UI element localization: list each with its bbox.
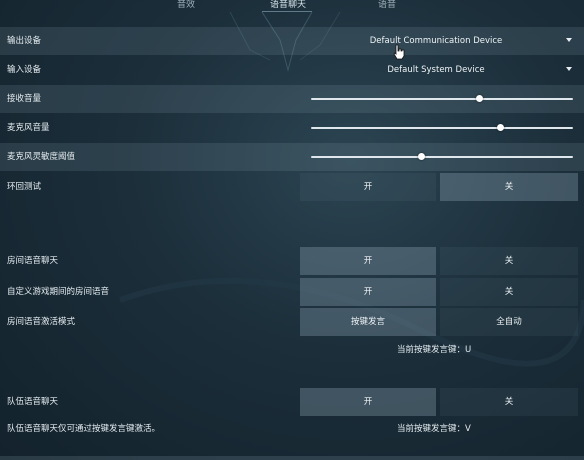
tab-voice[interactable]: 语音 xyxy=(378,0,396,10)
party-ptt-keybind-note: 当前按键发言键：U xyxy=(397,345,472,355)
tab-voice-chat[interactable]: 语音聊天 xyxy=(270,0,306,10)
slider-thumb[interactable] xyxy=(496,124,504,131)
input-device-row: 输入设备 Default System Device xyxy=(0,56,584,84)
chevron-down-icon xyxy=(566,67,572,71)
slider-thumb[interactable] xyxy=(475,95,483,102)
tab-audio[interactable]: 音效 xyxy=(177,0,195,10)
incoming-volume-slider[interactable] xyxy=(311,85,573,113)
team-voice-on-button[interactable]: 开 xyxy=(300,388,436,416)
mic-sensitivity-row: 麦克风灵敏度阈值 xyxy=(0,143,584,171)
team-voice-chat-row: 队伍语音聊天 开 关 xyxy=(0,388,584,416)
active-tab-indicator xyxy=(262,11,312,12)
party-voice-off-button[interactable]: 关 xyxy=(440,247,578,275)
slider-track xyxy=(311,127,573,129)
bottom-divider xyxy=(0,456,584,460)
party-voice-chat-label: 房间语音聊天 xyxy=(7,256,59,266)
mic-volume-label: 麦克风音量 xyxy=(7,123,50,133)
incoming-volume-row: 接收音量 xyxy=(0,85,584,113)
slider-thumb[interactable] xyxy=(418,153,426,160)
team-voice-off-button[interactable]: 关 xyxy=(440,388,578,416)
slider-track xyxy=(311,98,573,100)
incoming-volume-label: 接收音量 xyxy=(7,94,42,104)
custom-game-voice-on-button[interactable]: 开 xyxy=(300,278,436,306)
input-device-dropdown[interactable]: Default System Device xyxy=(300,56,580,84)
output-device-dropdown[interactable]: Default Communication Device xyxy=(300,27,580,55)
output-device-value: Default Communication Device xyxy=(369,36,503,46)
loopback-off-button[interactable]: 关 xyxy=(440,173,578,201)
team-voice-chat-label: 队伍语音聊天 xyxy=(7,397,59,407)
mic-sensitivity-label: 麦克风灵敏度阈值 xyxy=(7,152,76,162)
team-ptt-keybind-note: 当前按键发言键：V xyxy=(397,424,471,434)
loopback-test-row: 环回测试 开 关 xyxy=(0,173,584,201)
mic-volume-slider[interactable] xyxy=(311,114,573,142)
hand-cursor-icon xyxy=(393,44,405,60)
party-voice-chat-row: 房间语音聊天 开 关 xyxy=(0,247,584,275)
output-device-label: 输出设备 xyxy=(7,36,42,46)
loopback-on-button[interactable]: 开 xyxy=(300,173,436,201)
party-voice-activation-row: 房间语音激活模式 按键发言 全自动 xyxy=(0,308,584,336)
custom-game-voice-off-button[interactable]: 关 xyxy=(440,278,578,306)
team-voice-info-note: 队伍语音聊天仅可通过按键发言键激活。 xyxy=(7,424,161,434)
chevron-down-icon xyxy=(566,38,572,42)
input-device-value: Default System Device xyxy=(387,65,485,75)
party-voice-activation-label: 房间语音激活模式 xyxy=(7,317,76,327)
settings-tabs: 音效 语音聊天 语音 xyxy=(0,0,584,12)
loopback-test-label: 环回测试 xyxy=(7,182,42,192)
auto-activation-button[interactable]: 全自动 xyxy=(440,308,578,336)
input-device-label: 输入设备 xyxy=(7,65,42,75)
custom-game-party-voice-label: 自定义游戏期间的房间语音 xyxy=(7,287,110,297)
mic-sensitivity-slider[interactable] xyxy=(311,143,573,171)
custom-game-party-voice-row: 自定义游戏期间的房间语音 开 关 xyxy=(0,278,584,306)
party-voice-on-button[interactable]: 开 xyxy=(300,247,436,275)
output-device-row: 输出设备 Default Communication Device xyxy=(0,27,584,55)
mic-volume-row: 麦克风音量 xyxy=(0,114,584,142)
push-to-talk-button[interactable]: 按键发言 xyxy=(300,308,436,336)
slider-track xyxy=(311,156,573,158)
